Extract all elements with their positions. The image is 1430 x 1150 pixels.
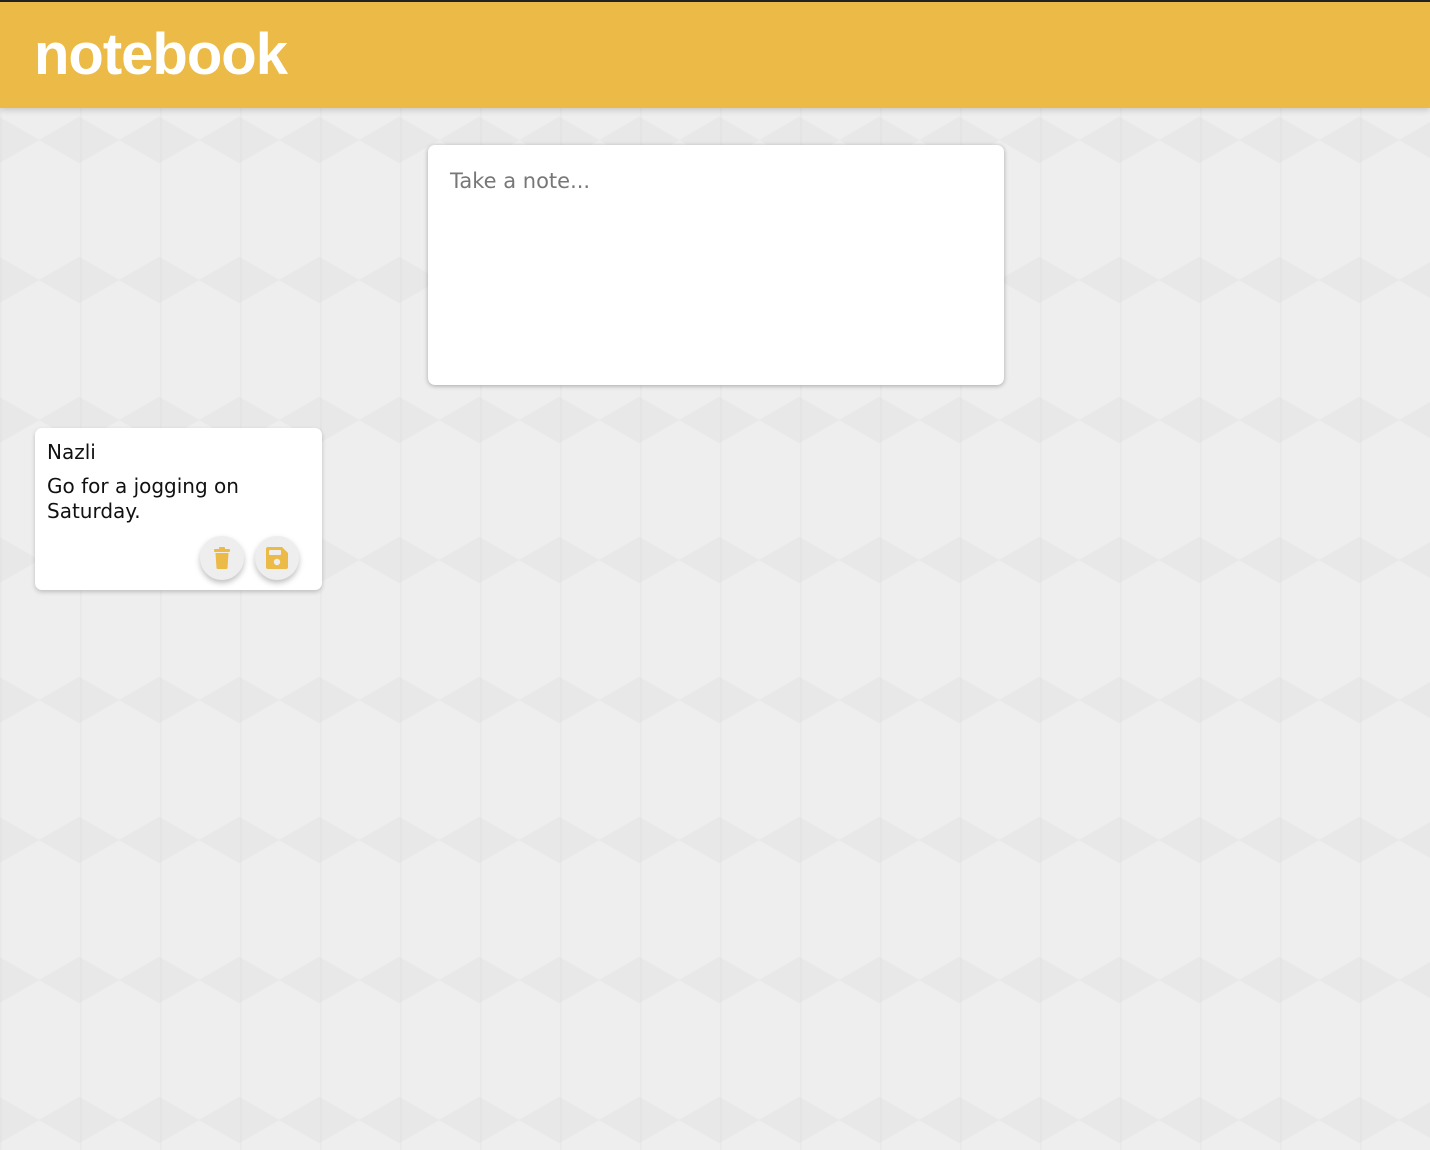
delete-button[interactable] xyxy=(200,536,244,580)
compose-note-form xyxy=(428,145,1004,385)
note-title: Nazli xyxy=(47,440,96,464)
save-button[interactable] xyxy=(255,536,299,580)
save-icon xyxy=(266,547,288,569)
note-input[interactable] xyxy=(428,145,1004,385)
note-content: Go for a jogging on Saturday. xyxy=(47,474,239,523)
app-title: notebook xyxy=(34,22,288,87)
app-header: notebook xyxy=(0,0,1430,108)
note-card: Nazli Go for a jogging on Saturday. xyxy=(35,428,322,590)
trash-icon xyxy=(213,547,231,569)
